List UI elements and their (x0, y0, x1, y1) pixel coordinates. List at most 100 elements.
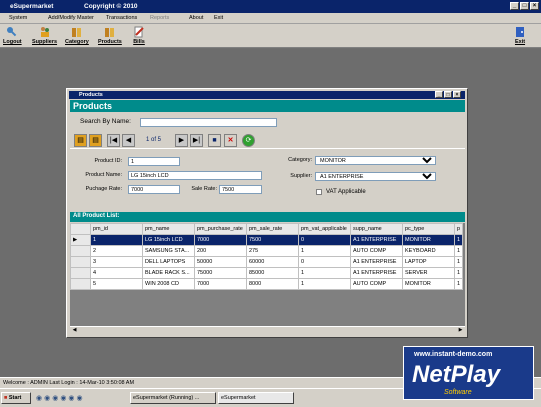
products-button[interactable]: Products (98, 26, 122, 45)
row-header[interactable] (70, 245, 91, 257)
child-minimize-icon[interactable]: _ (435, 91, 443, 98)
taskbar-item-esupermarket[interactable]: eSupermarket (218, 392, 294, 404)
row-header[interactable] (70, 267, 91, 279)
horizontal-scrollbar[interactable]: ◀ ▶ (70, 326, 465, 335)
column-header[interactable]: pm_name (142, 223, 195, 235)
app-title-bar: eSupermarket Copyright © 2010 _ □ × (0, 0, 541, 13)
logout-label: Logout (3, 39, 22, 45)
search-input[interactable] (140, 118, 277, 127)
sale-rate-label: Sale Rate: (191, 186, 217, 192)
table-cell: A1 ENTERPRISE (350, 267, 403, 279)
menu-reports[interactable]: Reports (150, 15, 169, 21)
table-row[interactable]: ▶ 1 LG 15inch LCD 7000 7500 0 A1 ENTERPR… (70, 234, 464, 246)
column-header[interactable]: pm_id (90, 223, 143, 235)
product-form: Product ID: Product Name: Puchage Rate: … (70, 151, 465, 211)
table-row[interactable]: 3 DELL LAPTOPS 50000 60000 0 A1 ENTERPRI… (70, 256, 464, 268)
column-header[interactable]: p (453, 223, 464, 235)
scroll-left-icon[interactable]: ◀ (70, 327, 79, 335)
products-label: Products (98, 39, 122, 45)
row-selector-icon[interactable]: ▶ (70, 234, 91, 246)
table-row[interactable]: 5 WIN 2008 CD 7000 8000 1 AUTO COMP MONI… (70, 278, 464, 290)
exit-button[interactable]: Exit (514, 26, 526, 45)
menu-system[interactable]: System (9, 15, 27, 21)
table-cell: BLADE RACK S... (142, 267, 195, 279)
table-cell: 3 (90, 256, 143, 268)
category-button[interactable]: Category (65, 26, 89, 45)
windows-logo-icon: ■ (4, 395, 8, 401)
product-list-header: All Product List: (70, 212, 465, 222)
table-cell: 1 (453, 278, 464, 290)
table-cell: 8000 (246, 278, 299, 290)
record-counter: 1 of 5 (146, 137, 162, 143)
previous-record-icon[interactable]: ◀ (122, 134, 135, 147)
first-record-icon[interactable]: |◀ (107, 134, 120, 147)
product-name-field[interactable] (128, 171, 262, 180)
app-title: eSupermarket (10, 3, 54, 10)
edit-icon[interactable]: ▤ (89, 134, 102, 147)
menu-transactions[interactable]: Transactions (106, 15, 137, 21)
column-header[interactable]: pm_vat_applicable (298, 223, 351, 235)
refresh-icon[interactable]: ⟳ (242, 134, 255, 147)
table-cell: WIN 2008 CD (142, 278, 195, 290)
vat-checkbox[interactable] (316, 189, 322, 195)
table-row[interactable]: 4 BLADE RACK S... 75000 85000 1 A1 ENTER… (70, 267, 464, 279)
next-record-icon[interactable]: ▶ (175, 134, 188, 147)
sale-rate-field[interactable] (219, 185, 262, 194)
table-row[interactable]: 2 SAMSUNG STA... 200 275 1 AUTO COMP KEY… (70, 245, 464, 257)
table-cell: 2 (90, 245, 143, 257)
menu-about[interactable]: About (189, 15, 203, 21)
table-cell: 1 (453, 267, 464, 279)
row-header[interactable] (70, 278, 91, 290)
netplay-watermark: www.instant-demo.com NetPlay Software (403, 346, 534, 400)
watermark-url: www.instant-demo.com (414, 351, 493, 358)
products-window: Products _ □ × Products Search By Name: … (66, 88, 468, 338)
menu-add-modify-master[interactable]: Add/Modify Master (48, 15, 94, 21)
bills-button[interactable]: Bills (133, 26, 145, 45)
table-cell: 1 (453, 256, 464, 268)
table-cell: SAMSUNG STA... (142, 245, 195, 257)
product-grid: pm_id pm_name pm_purchase_rate pm_sale_r… (70, 223, 465, 335)
search-label: Search By Name: (80, 118, 131, 125)
column-header[interactable]: supp_name (350, 223, 403, 235)
table-cell: 7000 (194, 278, 247, 290)
save-icon[interactable]: ■ (208, 134, 221, 147)
products-window-title-bar: Products _ □ × (69, 91, 465, 99)
close-icon[interactable]: × (530, 2, 539, 10)
vat-label: VAT Applicable (326, 189, 366, 195)
status-text: Welcome : ADMIN Last Login : 14-Mar-10 3… (3, 380, 135, 386)
child-maximize-icon[interactable]: □ (444, 91, 452, 98)
category-select[interactable]: MONITOR (315, 156, 436, 165)
pencil-icon (134, 26, 144, 38)
table-cell: 1 (453, 234, 464, 246)
minimize-icon[interactable]: _ (510, 2, 519, 10)
product-id-label: Product ID: (94, 158, 122, 164)
row-header[interactable] (70, 256, 91, 268)
scroll-right-icon[interactable]: ▶ (456, 327, 465, 335)
maximize-icon[interactable]: □ (520, 2, 529, 10)
quick-launch-icons[interactable]: ◉◉◉◉◉◉ (36, 394, 96, 403)
navigation-toolbar: ▤ ▤ |◀ ◀ 1 of 5 ▶ ▶| ■ ✕ ⟳ (70, 131, 465, 149)
start-button[interactable]: ■ Start (1, 392, 31, 404)
menu-bar: System Add/Modify Master Transactions Re… (0, 13, 541, 24)
column-header[interactable]: pm_purchase_rate (194, 223, 247, 235)
supplier-select[interactable]: A1 ENTERPRISE (315, 172, 436, 181)
menu-exit[interactable]: Exit (214, 15, 223, 21)
table-cell: 1 (298, 278, 351, 290)
products-header: Products (70, 100, 465, 112)
purchase-rate-field[interactable] (128, 185, 180, 194)
suppliers-button[interactable]: Suppliers (32, 26, 57, 45)
category-icon (71, 28, 81, 37)
add-icon[interactable]: ▤ (74, 134, 87, 147)
table-cell: 4 (90, 267, 143, 279)
table-cell: DELL LAPTOPS (142, 256, 195, 268)
key-icon (7, 27, 17, 37)
last-record-icon[interactable]: ▶| (190, 134, 203, 147)
column-header[interactable]: pc_type (402, 223, 455, 235)
delete-icon[interactable]: ✕ (224, 134, 237, 147)
child-close-icon[interactable]: × (453, 91, 461, 98)
supplier-label: Supplier: (290, 173, 312, 179)
column-header[interactable]: pm_sale_rate (246, 223, 299, 235)
logout-button[interactable]: Logout (3, 26, 22, 45)
product-id-field[interactable] (128, 157, 180, 166)
taskbar-item-running[interactable]: eSupermarket (Running) ... (130, 392, 216, 404)
